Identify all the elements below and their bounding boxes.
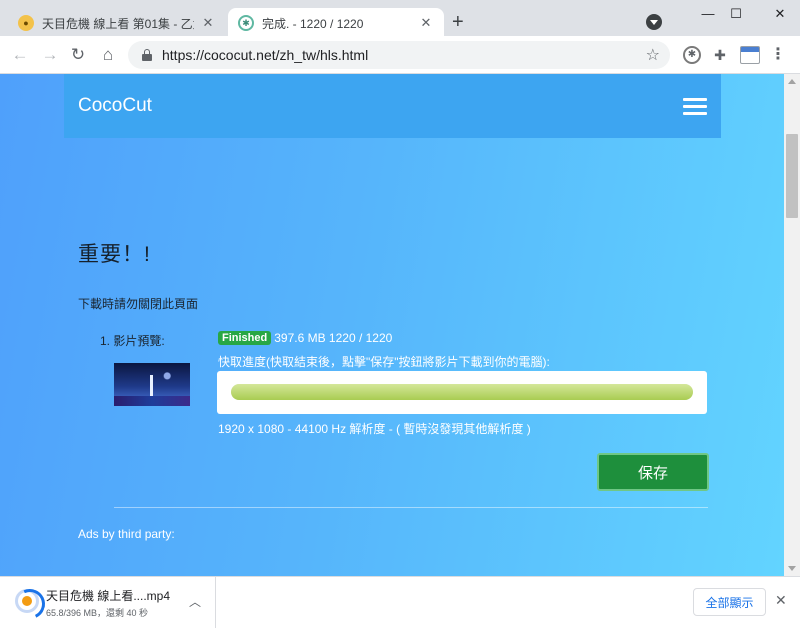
tab-favicon-icon: ● xyxy=(18,15,34,31)
page-viewport: CocoCut 重要！! 下載時請勿關閉此頁面 1. 影片預覽: Finishe… xyxy=(0,74,784,576)
cococut-favicon-icon: ✱ xyxy=(238,15,254,31)
tab-title: 完成. - 1220 / 1220 xyxy=(262,16,364,31)
tab-title: 天目危機 線上看 第01集 - 乙太線 xyxy=(42,16,194,31)
bookmark-star-icon[interactable]: ☆ xyxy=(646,45,660,65)
download-progress-icon xyxy=(15,589,39,613)
video-item-label: 1. 影片預覽: xyxy=(100,334,165,348)
extension-calendar-icon[interactable] xyxy=(740,46,760,64)
site-navbar: CocoCut xyxy=(64,74,721,138)
save-button[interactable]: 保存 xyxy=(597,453,709,491)
progress-bar xyxy=(231,384,693,400)
new-tab-button[interactable]: + xyxy=(452,12,464,32)
scroll-up-icon[interactable] xyxy=(788,79,796,84)
video-thumbnail[interactable] xyxy=(114,363,190,406)
download-status: 65.8/396 MB，還剩 40 秒 xyxy=(46,608,149,618)
page-title: 重要！! xyxy=(78,243,151,266)
home-icon[interactable]: ⌂ xyxy=(96,44,120,66)
address-bar[interactable]: https://cococut.net/zh_tw/hls.html ☆ xyxy=(128,41,670,69)
ads-label: Ads by third party: xyxy=(78,527,175,541)
chevron-up-icon[interactable]: ︿ xyxy=(189,593,201,610)
progress-label: 快取進度(快取結束後，點擊"保存"按鈕將影片下載到你的電腦): xyxy=(218,355,550,369)
reload-icon[interactable]: ↻ xyxy=(66,44,90,66)
extension-cococut-icon[interactable]: ✱ xyxy=(683,46,701,64)
notice-text: 下載時請勿關閉此頁面 xyxy=(78,297,199,311)
tab-close-icon[interactable]: ✕ xyxy=(418,15,434,31)
show-all-button[interactable]: 全部顯示 xyxy=(693,588,766,616)
status-badge: Finished xyxy=(218,331,272,345)
browser-toolbar: ← → ↻ ⌂ https://cococut.net/zh_tw/hls.ht… xyxy=(0,36,800,74)
progress-bar-fill xyxy=(231,384,693,400)
download-shelf: 天目危機 線上看....mp4 65.8/396 MB，還剩 40 秒 ︿ 全部… xyxy=(0,576,800,628)
tab-search-icon[interactable] xyxy=(646,14,662,30)
forward-arrow-icon[interactable]: → xyxy=(38,44,62,66)
scrollbar-thumb[interactable] xyxy=(786,134,798,218)
vertical-scrollbar[interactable] xyxy=(784,74,800,576)
video-status-line: Finished 397.6 MB 1220 / 1220 xyxy=(218,331,392,345)
divider xyxy=(114,507,708,508)
extensions-puzzle-icon[interactable]: ✚ xyxy=(710,45,730,65)
download-file-name: 天目危機 線上看....mp4 xyxy=(46,589,171,603)
lock-icon[interactable] xyxy=(142,49,152,61)
close-window-button[interactable]: ✕ xyxy=(762,4,798,28)
tab-cococut[interactable]: ✱ 完成. - 1220 / 1220 ✕ xyxy=(228,8,444,38)
back-arrow-icon[interactable]: ← xyxy=(8,44,32,66)
resolution-text: 1920 x 1080 - 44100 Hz 解析度 - ( 暫時沒發現其他解析… xyxy=(218,422,531,436)
browser-menu-icon[interactable]: ⋮ xyxy=(768,45,788,65)
tab-video-page[interactable]: ● 天目危機 線上看 第01集 - 乙太線 ✕ xyxy=(8,8,226,38)
tab-close-icon[interactable]: ✕ xyxy=(200,15,216,31)
close-shelf-icon[interactable]: ✕ xyxy=(775,592,787,609)
download-item[interactable]: 天目危機 線上看....mp4 65.8/396 MB，還剩 40 秒 ︿ xyxy=(0,577,216,628)
video-size-progress: 397.6 MB 1220 / 1220 xyxy=(274,331,393,345)
url-text[interactable]: https://cococut.net/zh_tw/hls.html xyxy=(162,47,646,63)
tab-strip: ● 天目危機 線上看 第01集 - 乙太線 ✕ ✱ 完成. - 1220 / 1… xyxy=(0,0,800,38)
hamburger-menu-icon[interactable] xyxy=(683,98,707,115)
progress-panel xyxy=(217,371,707,414)
site-brand[interactable]: CocoCut xyxy=(78,95,152,117)
maximize-button[interactable]: ☐ xyxy=(718,4,754,28)
scroll-down-icon[interactable] xyxy=(788,566,796,571)
